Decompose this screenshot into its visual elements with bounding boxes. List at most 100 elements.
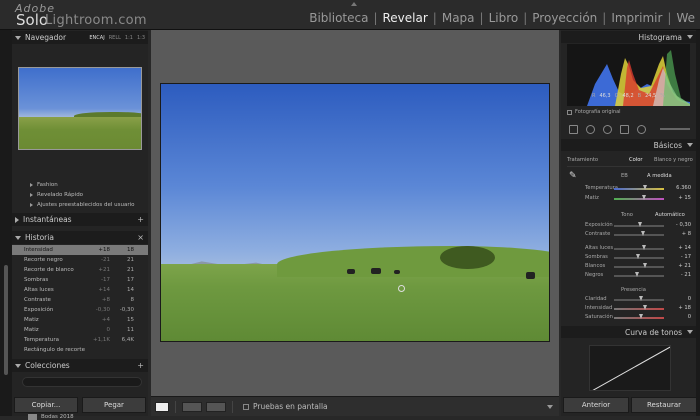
saturation-value[interactable]: 0: [671, 314, 691, 320]
zoom-fill[interactable]: RELL: [109, 35, 121, 41]
history-row[interactable]: Matiz 0 11: [12, 325, 148, 335]
collections-filter[interactable]: [22, 377, 142, 387]
history-step: Matiz: [24, 317, 39, 323]
slider-knob[interactable]: [643, 185, 647, 190]
preset-item[interactable]: Revelado Rápido: [12, 190, 148, 200]
slider-knob[interactable]: [643, 263, 647, 268]
basic-header[interactable]: Básicos: [561, 139, 696, 151]
history-row[interactable]: Exposición -0,30 -0,30: [12, 305, 148, 315]
navigator-header[interactable]: Navegador ENCAJ RELL 1:1 1:3: [12, 31, 148, 44]
slider-knob[interactable]: [636, 254, 640, 259]
tint-value[interactable]: + 15: [671, 195, 691, 201]
clarity-value[interactable]: 0: [671, 296, 691, 302]
toolbar-menu-icon[interactable]: [547, 404, 553, 409]
history-row[interactable]: Matiz +4 15: [12, 315, 148, 325]
add-snapshot-icon[interactable]: +: [137, 215, 144, 224]
red-eye-icon[interactable]: [603, 124, 612, 134]
history-header[interactable]: Historia ×: [12, 231, 148, 244]
temp-slider[interactable]: [614, 185, 664, 190]
module-biblioteca[interactable]: Biblioteca: [304, 11, 373, 25]
wb-select[interactable]: A medida: [647, 173, 672, 179]
red-label: R: [592, 93, 596, 99]
snapshots-header[interactable]: Instantáneas +: [12, 213, 148, 226]
collapse-top-icon[interactable]: [351, 2, 357, 6]
slider-knob[interactable]: [640, 231, 645, 236]
copy-button[interactable]: Copiar...: [14, 397, 78, 413]
blacks-value[interactable]: - 21: [671, 272, 691, 278]
history-row[interactable]: Recorte de blanco +21 21: [12, 265, 148, 275]
treatment-color[interactable]: Color: [629, 157, 643, 163]
preset-item[interactable]: Fashion: [12, 180, 148, 190]
treatment-bw[interactable]: Blanco y negro: [654, 157, 693, 163]
paste-button[interactable]: Pegar: [82, 397, 146, 413]
contrast-value[interactable]: + 8: [671, 231, 691, 237]
slider-knob[interactable]: [639, 314, 643, 319]
history-row[interactable]: Sombras -17 17: [12, 275, 148, 285]
history-row[interactable]: Rectángulo de recorte: [12, 345, 148, 355]
brush-slider[interactable]: [660, 128, 690, 130]
module-mapa[interactable]: Mapa: [437, 11, 480, 25]
saturation-label: Saturación: [585, 314, 613, 320]
spot-removal-icon[interactable]: [586, 124, 595, 134]
history-row[interactable]: Contraste +8 8: [12, 295, 148, 305]
whites-value[interactable]: + 21: [671, 263, 691, 269]
histogram-header[interactable]: Histograma: [561, 31, 696, 43]
blacks-slider[interactable]: [614, 272, 664, 277]
highlights-slider[interactable]: [614, 245, 664, 250]
zoom-1-1[interactable]: 1:1: [125, 35, 133, 41]
tint-slider[interactable]: [614, 195, 664, 200]
tone-curve-graph[interactable]: [589, 345, 671, 391]
vibrance-value[interactable]: + 18: [671, 305, 691, 311]
reset-button[interactable]: Restaurar: [631, 397, 697, 413]
module-web[interactable]: We: [671, 11, 700, 25]
module-proyeccion[interactable]: Proyección: [527, 11, 602, 25]
previous-button[interactable]: Anterior: [563, 397, 629, 413]
whites-slider[interactable]: [614, 263, 664, 268]
slider-knob[interactable]: [637, 222, 642, 227]
slider-knob[interactable]: [635, 272, 639, 277]
clarity-slider[interactable]: [614, 296, 664, 301]
tone-curve-header[interactable]: Curva de tonos: [561, 326, 696, 338]
auto-tone-button[interactable]: Automático: [655, 212, 685, 218]
add-collection-icon[interactable]: +: [137, 361, 144, 370]
navigator-preview[interactable]: [18, 67, 142, 150]
saturation-slider[interactable]: [614, 314, 664, 319]
history-row[interactable]: Altas luces +14 14: [12, 285, 148, 295]
before-after-icon[interactable]: [182, 401, 202, 412]
history-row[interactable]: Recorte negro -21 21: [12, 255, 148, 265]
vibrance-slider[interactable]: [614, 305, 664, 310]
preset-item[interactable]: Ajustes preestablecidos del usuario: [12, 200, 148, 210]
soft-proof-checkbox[interactable]: [243, 403, 249, 410]
graduated-filter-icon[interactable]: [620, 124, 629, 134]
history-row[interactable]: Intensidad +18 18: [12, 245, 148, 255]
exposure-slider[interactable]: [614, 222, 664, 227]
module-libro[interactable]: Libro: [484, 11, 524, 25]
shadows-value[interactable]: - 17: [671, 254, 691, 260]
before-after-split-icon[interactable]: [206, 401, 226, 412]
loupe-view-icon[interactable]: [155, 401, 169, 412]
original-photo-toggle[interactable]: Fotografía original: [567, 109, 621, 115]
contrast-slider[interactable]: [614, 231, 664, 236]
highlights-value[interactable]: + 14: [671, 245, 691, 251]
shadows-label: Sombras: [585, 254, 608, 260]
radial-filter-icon[interactable]: [637, 124, 646, 134]
temp-value[interactable]: 6.360: [671, 185, 691, 191]
shadows-slider[interactable]: [614, 254, 664, 259]
crop-tool-icon[interactable]: [569, 124, 578, 134]
collections-header[interactable]: Colecciones +: [12, 359, 148, 372]
slider-knob[interactable]: [642, 195, 646, 200]
clear-history-icon[interactable]: ×: [137, 233, 144, 242]
history-row[interactable]: Temperatura +1,1K 6,4K: [12, 335, 148, 345]
slider-knob[interactable]: [639, 296, 643, 301]
left-scrollbar[interactable]: [4, 265, 8, 375]
zoom-fit[interactable]: ENCAJ: [89, 35, 104, 41]
slider-knob[interactable]: [641, 245, 646, 250]
eyedropper-icon[interactable]: ✎: [569, 171, 577, 181]
collection-item[interactable]: Bodas 2018: [28, 414, 74, 420]
exposure-value[interactable]: - 0,30: [671, 222, 691, 228]
module-revelar[interactable]: Revelar: [378, 11, 433, 25]
module-imprimir[interactable]: Imprimir: [606, 11, 667, 25]
slider-knob[interactable]: [643, 305, 647, 310]
zoom-1-3[interactable]: 1:3: [137, 35, 145, 41]
main-photo[interactable]: [160, 83, 550, 342]
